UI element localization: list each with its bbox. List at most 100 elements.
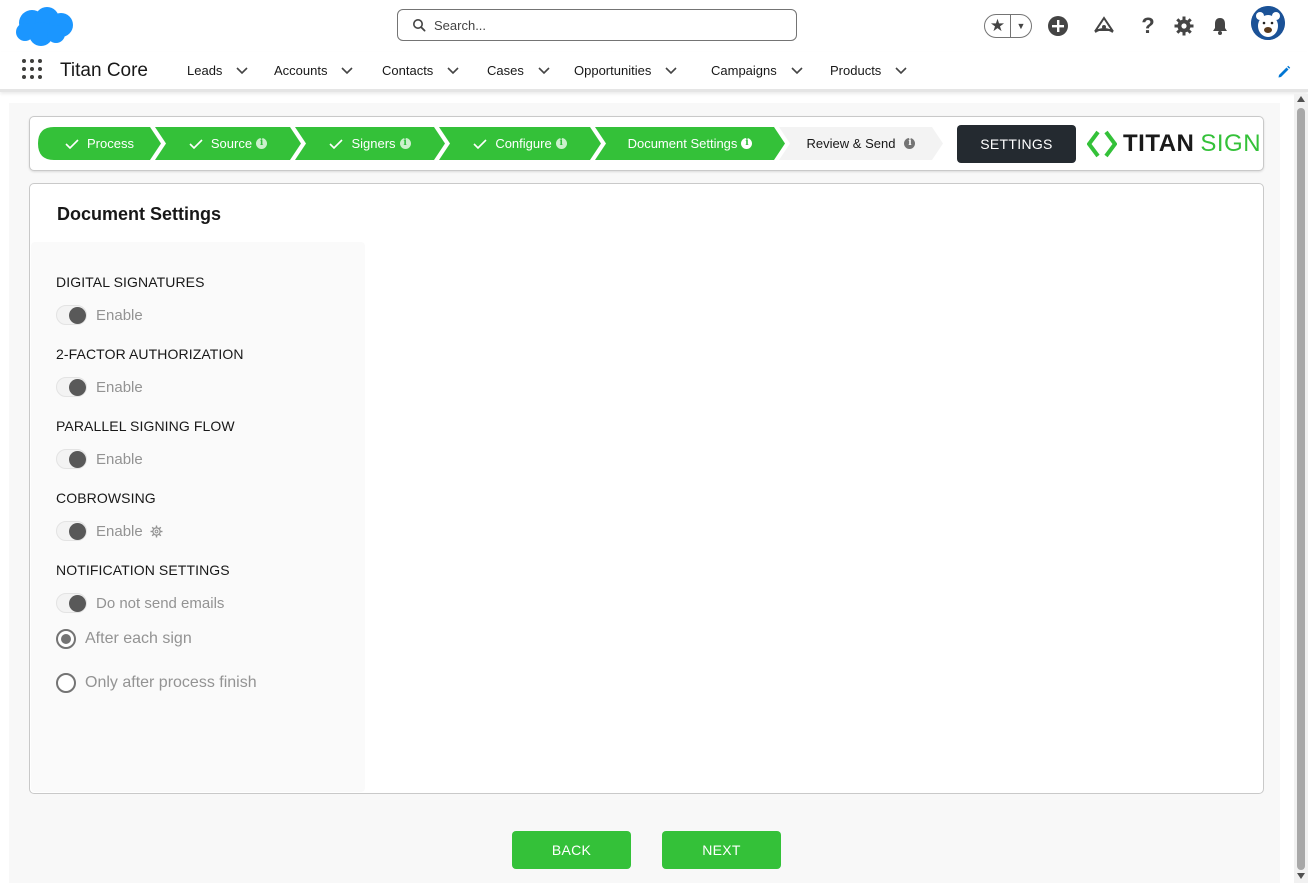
chevron-down-icon[interactable] — [895, 66, 907, 75]
nav-item-label: Accounts — [274, 63, 328, 78]
titan-sign-logo: TITAN SIGN — [1087, 129, 1261, 159]
parallel-signing-label: PARALLEL SIGNING FLOW — [56, 418, 235, 434]
card-title: Document Settings — [57, 204, 222, 224]
toggle-label: Do not send emails — [96, 594, 225, 612]
search-icon — [413, 19, 426, 32]
nav-item-label: Products — [830, 63, 882, 78]
info-icon[interactable]: i — [904, 138, 916, 149]
path-step-configure[interactable]: Configure i — [439, 127, 601, 160]
nav-item-products[interactable]: Products — [830, 63, 907, 78]
radio-after-each-sign-row[interactable]: After each sign — [56, 629, 192, 649]
digital-signatures-toggle-row: Enable — [56, 305, 143, 325]
toggle-label: Enable — [96, 306, 143, 324]
chevron-down-icon[interactable] — [791, 66, 803, 75]
nav-item-label: Campaigns — [711, 63, 777, 78]
help-icon[interactable]: ? — [1136, 13, 1160, 38]
path-step-document-settings[interactable]: Document Settings i — [595, 127, 785, 160]
nav-item-cases[interactable]: Cases — [487, 63, 550, 78]
path-step-label: Process — [87, 136, 134, 151]
do-not-send-emails-toggle[interactable] — [56, 593, 87, 613]
notifications-bell-icon[interactable] — [1208, 14, 1232, 38]
wizard-path-card: Process Source i Signers i Configure i D… — [29, 116, 1264, 171]
nav-item-contacts[interactable]: Contacts — [382, 63, 459, 78]
app-name: Titan Core — [60, 60, 148, 81]
global-create-icon[interactable] — [1046, 14, 1070, 38]
global-header: ★ ▼ ? — [0, 0, 1308, 52]
chevron-down-icon[interactable] — [341, 66, 354, 75]
chevron-down-icon[interactable] — [447, 66, 459, 75]
radio-only-after-finish-row[interactable]: Only after process finish — [56, 673, 257, 693]
cobrowsing-toggle[interactable] — [56, 521, 87, 541]
chevron-down-icon[interactable] — [665, 66, 677, 75]
toggle-label: Enable — [96, 378, 143, 396]
global-search-input[interactable] — [397, 9, 797, 41]
nav-item-label: Cases — [487, 63, 524, 78]
path-step-review-send[interactable]: Review & Send i — [779, 127, 943, 160]
logo-word-sign: SIGN — [1200, 130, 1262, 157]
cobrowsing-label: COBROWSING — [56, 490, 156, 506]
radio-label: Only after process finish — [85, 674, 257, 691]
trailhead-icon[interactable] — [1092, 14, 1116, 38]
path-step-source[interactable]: Source i — [155, 127, 301, 160]
nav-item-leads[interactable]: Leads — [187, 63, 248, 78]
logo-word-titan: TITAN — [1123, 130, 1195, 157]
vertical-scrollbar[interactable] — [1294, 94, 1308, 883]
nav-item-label: Opportunities — [574, 63, 652, 78]
two-factor-toggle[interactable] — [56, 377, 87, 397]
two-factor-toggle-row: Enable — [56, 377, 143, 397]
digital-signatures-toggle[interactable] — [56, 305, 87, 325]
settings-button[interactable]: SETTINGS — [957, 125, 1076, 163]
parallel-signing-toggle-row: Enable — [56, 449, 143, 469]
path-step-process[interactable]: Process — [38, 127, 161, 160]
radio-only-after-process-finish[interactable] — [56, 673, 76, 693]
scrollbar-thumb[interactable] — [1297, 108, 1305, 870]
path-step-label: Document Settings — [627, 136, 738, 151]
checkmark-icon — [65, 138, 79, 149]
toggle-label: Enable — [96, 522, 143, 540]
chevron-down-icon[interactable] — [538, 66, 550, 75]
radio-label: After each sign — [85, 630, 192, 647]
favorites-star-icon[interactable]: ★ — [985, 15, 1011, 37]
scroll-down-arrow-icon[interactable] — [1297, 873, 1305, 879]
back-button[interactable]: BACK — [512, 831, 631, 869]
checkmark-icon — [329, 138, 344, 149]
info-icon[interactable]: i — [256, 138, 268, 149]
do-not-send-emails-toggle-row: Do not send emails — [56, 593, 224, 613]
user-avatar[interactable] — [1251, 6, 1285, 40]
info-icon[interactable]: i — [741, 138, 753, 149]
app-navigation-bar: Titan Core Leads Accounts Contacts Cases… — [0, 52, 1308, 92]
wizard-steps: Process Source i Signers i Configure i D… — [38, 127, 943, 160]
favorites-dropdown-icon[interactable]: ▼ — [1011, 15, 1031, 37]
cobrowsing-settings-gear-icon[interactable] — [150, 525, 163, 538]
checkmark-icon — [473, 138, 487, 149]
setup-gear-icon[interactable] — [1172, 14, 1196, 38]
path-step-signers[interactable]: Signers i — [295, 127, 445, 160]
next-button[interactable]: NEXT — [662, 831, 781, 869]
path-step-label: Signers — [351, 136, 396, 151]
scroll-up-arrow-icon[interactable] — [1297, 96, 1305, 102]
nav-item-campaigns[interactable]: Campaigns — [711, 63, 803, 78]
path-step-label: Configure — [495, 136, 552, 151]
titan-logo-mark-icon — [1087, 130, 1117, 158]
app-launcher-icon[interactable] — [22, 59, 42, 79]
nav-item-label: Leads — [187, 63, 223, 78]
checkmark-icon — [189, 138, 203, 149]
path-step-label: Review & Send — [806, 136, 896, 151]
search-text-field[interactable] — [434, 17, 774, 33]
nav-item-opportunities[interactable]: Opportunities — [574, 63, 677, 78]
path-step-label: Source — [210, 136, 253, 151]
cobrowsing-toggle-row: Enable — [56, 521, 163, 541]
salesforce-logo[interactable] — [14, 5, 76, 47]
document-settings-card: Document Settings DIGITAL SIGNATURES Ena… — [29, 183, 1264, 794]
info-icon[interactable]: i — [399, 138, 411, 149]
parallel-signing-toggle[interactable] — [56, 449, 87, 469]
info-icon[interactable]: i — [555, 138, 567, 149]
radio-after-each-sign[interactable] — [56, 629, 76, 649]
chevron-down-icon[interactable] — [236, 66, 248, 75]
nav-item-label: Contacts — [382, 63, 434, 78]
toggle-label: Enable — [96, 450, 143, 468]
two-factor-label: 2-FACTOR AUTHORIZATION — [56, 346, 244, 362]
nav-item-accounts[interactable]: Accounts — [274, 63, 354, 78]
favorites-group: ★ ▼ — [984, 14, 1032, 38]
edit-nav-pencil-icon[interactable] — [1277, 65, 1291, 79]
